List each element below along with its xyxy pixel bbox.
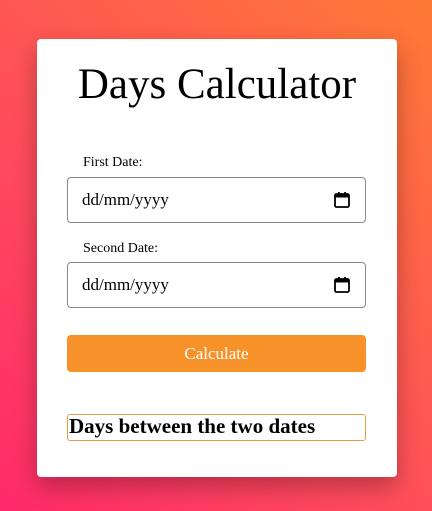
second-date-value: dd/mm/yyyy bbox=[82, 275, 169, 294]
second-date-label: Second Date: bbox=[83, 241, 159, 256]
calendar-icon[interactable] bbox=[333, 191, 351, 209]
first-date-label: First Date: bbox=[83, 155, 143, 170]
page-title: Days Calculator bbox=[77, 61, 357, 108]
first-date-input[interactable]: dd/mm/yyyy bbox=[67, 177, 366, 223]
second-date-input[interactable]: dd/mm/yyyy bbox=[67, 262, 366, 308]
calculate-button[interactable]: Calculate bbox=[67, 335, 366, 372]
calendar-icon[interactable] bbox=[333, 276, 351, 294]
first-date-value: dd/mm/yyyy bbox=[82, 190, 169, 209]
calculator-card: Days Calculator First Date: dd/mm/yyyy S… bbox=[37, 39, 397, 477]
result-output: Days between the two dates bbox=[67, 414, 366, 441]
